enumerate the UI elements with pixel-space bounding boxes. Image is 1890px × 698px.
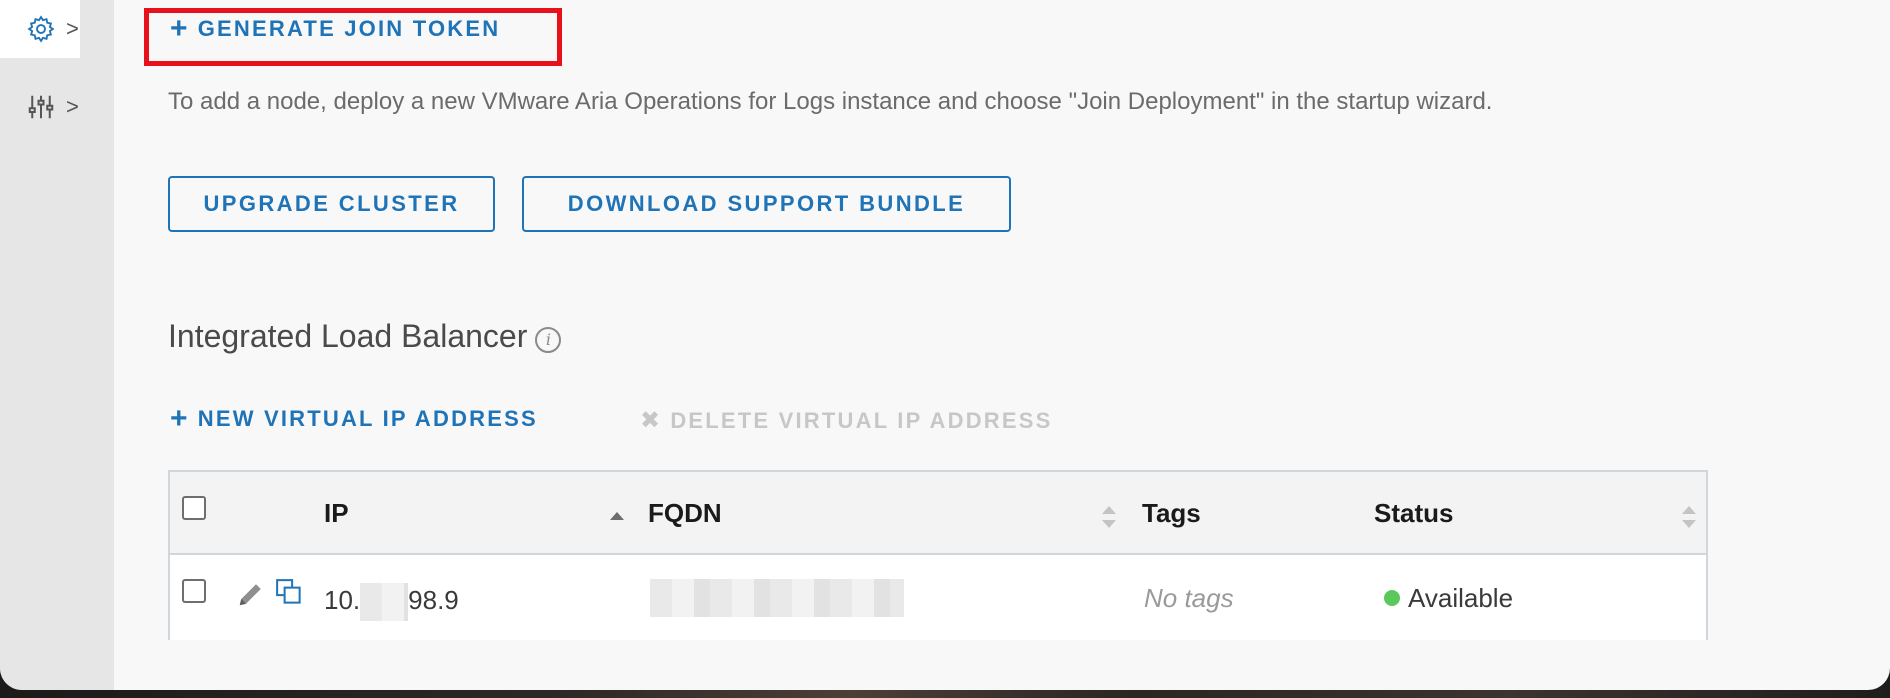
highlight-box: [144, 8, 562, 66]
new-virtual-ip-button[interactable]: + NEW VIRTUAL IP ADDRESS: [170, 404, 538, 434]
info-icon[interactable]: i: [535, 326, 562, 353]
download-support-bundle-button[interactable]: DOWNLOAD SUPPORT BUNDLE: [522, 176, 1011, 232]
delete-virtual-ip-label: DELETE VIRTUAL IP ADDRESS: [670, 407, 1053, 433]
column-header-fqdn[interactable]: FQDN: [648, 498, 722, 529]
section-title-load-balancer: Integrated Load Balancer i: [168, 318, 562, 355]
plus-icon: +: [170, 402, 190, 435]
status-label: Available: [1408, 583, 1514, 613]
table-header: IP FQDN Tags Status: [170, 472, 1706, 555]
delete-virtual-ip-button[interactable]: ✖ DELETE VIRTUAL IP ADDRESS: [640, 406, 1053, 435]
load-balancer-title: Integrated Load Balancer: [168, 318, 528, 354]
sidebar: > >: [0, 0, 114, 690]
redacted-block: [360, 583, 409, 621]
column-header-ip[interactable]: IP: [324, 498, 349, 529]
close-icon: ✖: [640, 407, 663, 434]
redacted-block: [650, 579, 904, 617]
sliders-icon: [26, 92, 56, 122]
tags-cell: No tags: [1144, 583, 1234, 613]
sort-icon[interactable]: [1682, 506, 1696, 528]
chevron-right-icon: >: [66, 94, 79, 119]
sidebar-item-configuration[interactable]: >: [0, 78, 114, 136]
status-available-icon: [1384, 590, 1400, 607]
join-help-text: To add a node, deploy a new VMware Aria …: [168, 88, 1493, 115]
status-cell: Available: [1384, 583, 1513, 614]
column-header-status[interactable]: Status: [1374, 498, 1453, 529]
row-checkbox[interactable]: [182, 579, 206, 603]
column-header-tags[interactable]: Tags: [1142, 498, 1201, 529]
upgrade-cluster-button[interactable]: UPGRADE CLUSTER: [168, 176, 495, 232]
new-virtual-ip-label: NEW VIRTUAL IP ADDRESS: [197, 406, 538, 431]
fqdn-cell-redacted: [650, 579, 904, 617]
select-all-checkbox[interactable]: [182, 496, 206, 520]
ip-suffix: 98.9: [408, 584, 459, 615]
sidebar-item-settings[interactable]: >: [0, 0, 80, 58]
chevron-right-icon: >: [66, 16, 79, 41]
app-window: > > + GENERATE JOIN TOKEN To add a node,…: [0, 0, 1890, 690]
redaction-overlay: [620, 620, 1022, 638]
sort-icon[interactable]: [1102, 506, 1116, 528]
copy-icon[interactable]: [274, 577, 304, 612]
ip-cell: 10. 98.9: [324, 583, 459, 621]
sort-asc-icon[interactable]: [610, 512, 624, 520]
ip-prefix: 10.: [324, 584, 361, 615]
vip-table: IP FQDN Tags Status 10. 98.9 No tags Ava…: [168, 470, 1708, 640]
pencil-icon[interactable]: [236, 579, 266, 614]
gear-icon: [26, 14, 56, 44]
